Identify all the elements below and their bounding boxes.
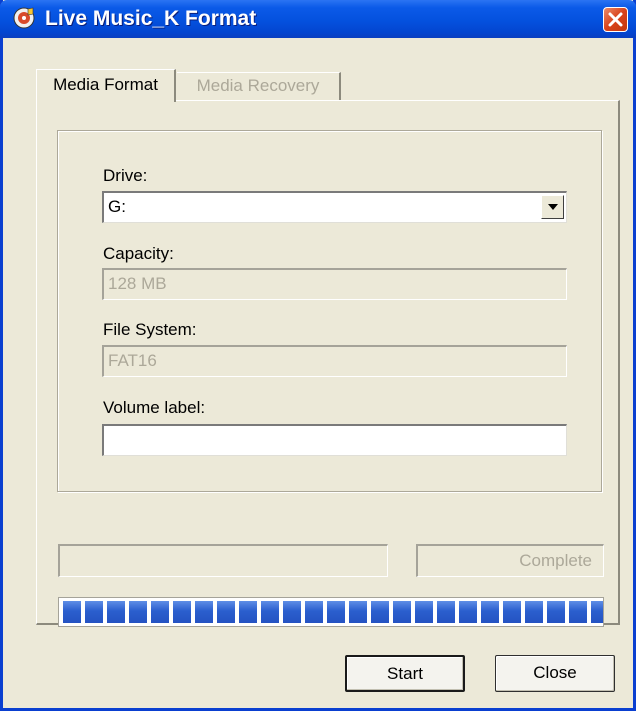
tab-media-format[interactable]: Media Format — [36, 69, 176, 102]
progress-segment — [129, 601, 147, 623]
progress-segment — [459, 601, 477, 623]
close-icon — [608, 12, 623, 27]
start-button[interactable]: Start — [345, 655, 465, 692]
file-system-label: File System: — [103, 320, 197, 339]
progress-segment — [283, 601, 301, 623]
format-progress-bar — [58, 597, 604, 627]
progress-segment — [151, 601, 169, 623]
close-button[interactable]: Close — [495, 655, 615, 692]
progress-segment — [349, 601, 367, 623]
music-disc-icon — [13, 7, 35, 29]
progress-segment — [85, 601, 103, 623]
file-system-field: FAT16 — [102, 345, 567, 377]
volume-label-input[interactable] — [102, 424, 567, 456]
format-dialog: Live Music_K Format Media Format Media R… — [0, 0, 636, 711]
progress-segment — [327, 601, 345, 623]
drive-dropdown-button[interactable] — [541, 195, 564, 219]
capacity-field: 128 MB — [102, 268, 567, 300]
close-window-button[interactable] — [603, 7, 628, 32]
drive-select[interactable]: G: — [102, 191, 567, 223]
progress-segment — [195, 601, 213, 623]
progress-segment — [239, 601, 257, 623]
progress-segment — [591, 601, 603, 623]
progress-segment — [173, 601, 191, 623]
status-text-box — [58, 544, 388, 577]
progress-segment — [217, 601, 235, 623]
title-bar[interactable]: Live Music_K Format — [0, 0, 636, 38]
progress-segment — [393, 601, 411, 623]
capacity-label: Capacity: — [103, 244, 174, 263]
chevron-down-icon — [548, 204, 558, 210]
volume-label-label: Volume label: — [103, 398, 206, 417]
complete-status: Complete — [416, 544, 604, 577]
window-title: Live Music_K Format — [45, 7, 257, 30]
progress-segment — [525, 601, 543, 623]
progress-segment — [261, 601, 279, 623]
progress-segment — [63, 601, 81, 623]
progress-segment — [371, 601, 389, 623]
progress-segment — [569, 601, 587, 623]
drive-label: Drive: — [103, 166, 148, 185]
progress-segment — [107, 601, 125, 623]
drive-value: G: — [108, 197, 126, 216]
progress-segment — [481, 601, 499, 623]
progress-segment — [547, 601, 565, 623]
progress-segment — [415, 601, 433, 623]
progress-segment — [503, 601, 521, 623]
tab-media-recovery[interactable]: Media Recovery — [177, 72, 341, 100]
progress-segment — [305, 601, 323, 623]
progress-segment — [437, 601, 455, 623]
